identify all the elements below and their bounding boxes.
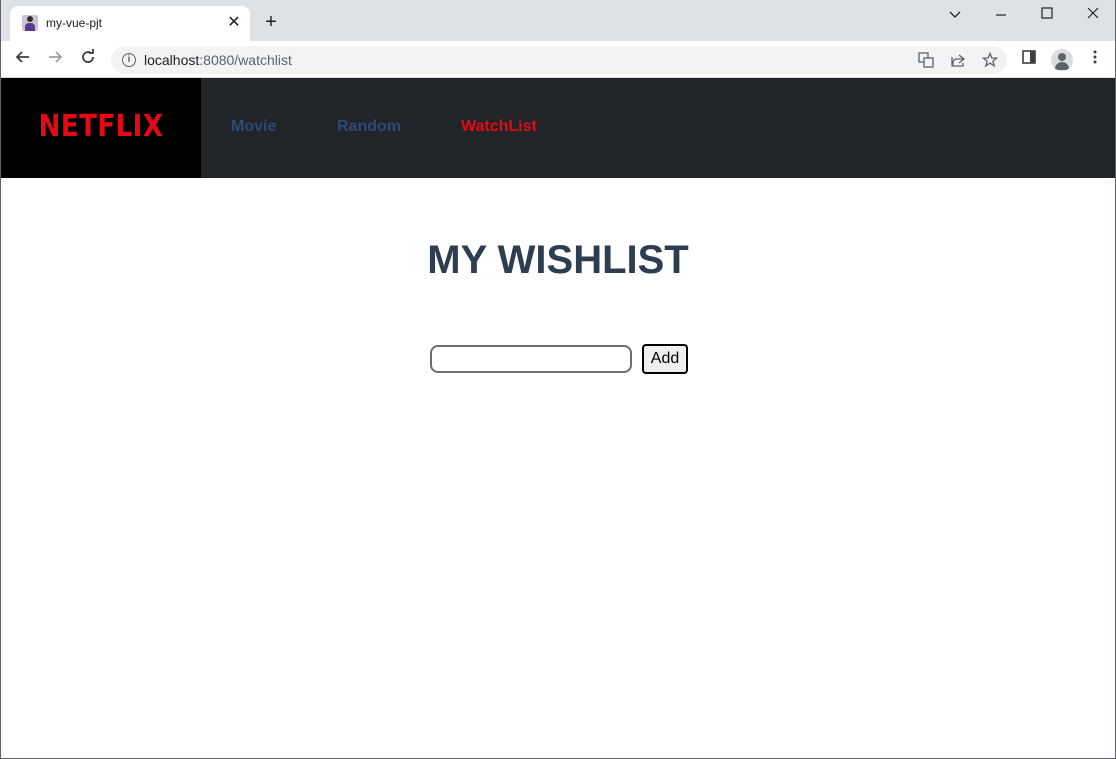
reload-icon[interactable]	[77, 48, 99, 70]
chevron-down-icon[interactable]	[932, 3, 978, 25]
url-text: localhost:8080/watchlist	[144, 52, 292, 68]
favicon-icon	[22, 15, 38, 31]
profile-icon[interactable]	[1051, 49, 1073, 71]
page-title: MY WISHLIST	[427, 238, 689, 282]
more-vert-icon[interactable]	[1085, 49, 1105, 69]
share-icon[interactable]	[949, 52, 967, 70]
browser-window: my-vue-pjt ✕ + i localhost:8080/watchlis…	[0, 0, 1116, 759]
browser-toolbar: i localhost:8080/watchlist	[1, 41, 1115, 78]
window-close-icon[interactable]	[1070, 3, 1115, 25]
address-bar[interactable]: i localhost:8080/watchlist	[111, 46, 1007, 74]
plus-icon[interactable]: +	[262, 12, 280, 32]
logo-area[interactable]: NETFLIX	[1, 78, 201, 178]
site-navbar: NETFLIX Movie Random WatchList	[1, 78, 1115, 178]
tab-strip: my-vue-pjt ✕ +	[1, 0, 1115, 41]
nav-link-random[interactable]: Random	[337, 118, 401, 136]
page-viewport: NETFLIX Movie Random WatchList MY WISHLI…	[1, 78, 1115, 758]
arrow-right-icon[interactable]	[44, 48, 66, 70]
add-button[interactable]: Add	[642, 344, 688, 374]
side-panel-icon[interactable]	[1019, 49, 1039, 69]
tab-title: my-vue-pjt	[46, 16, 103, 30]
wishlist-input[interactable]	[430, 345, 632, 373]
nav-link-watchlist[interactable]: WatchList	[461, 118, 537, 136]
info-icon[interactable]: i	[122, 53, 136, 67]
browser-tab[interactable]: my-vue-pjt ✕	[10, 6, 250, 41]
translate-icon[interactable]	[917, 52, 935, 70]
nav-link-movie[interactable]: Movie	[231, 118, 276, 136]
arrow-left-icon[interactable]	[12, 48, 34, 70]
netflix-logo[interactable]: NETFLIX	[1, 110, 201, 145]
close-icon[interactable]: ✕	[226, 15, 242, 31]
minimize-icon[interactable]	[978, 3, 1024, 25]
maximize-icon[interactable]	[1024, 3, 1070, 25]
star-icon[interactable]	[981, 51, 999, 70]
